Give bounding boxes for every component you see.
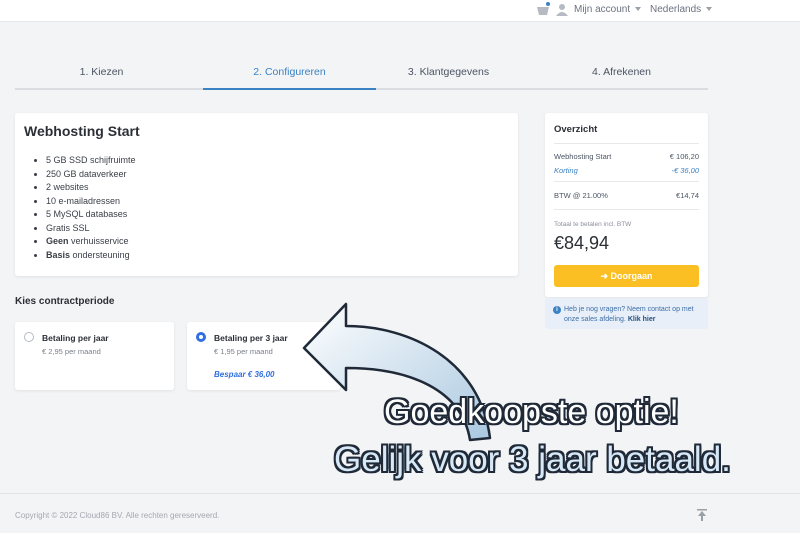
option-price: € 1,95 per maand [214, 347, 273, 356]
divider [554, 209, 699, 210]
checkout-steps: 1. Kiezen 2. Configureren 3. Klantgegeve… [15, 52, 708, 90]
vat-value: €14,74 [676, 191, 699, 200]
account-label: Mijn account [574, 4, 631, 15]
feature-item: Geen verhuisservice [46, 235, 136, 249]
feature-item: Gratis SSL [46, 222, 136, 236]
divider [554, 181, 699, 182]
feature-item: 10 e-mailadressen [46, 195, 136, 209]
step-klantgegevens[interactable]: 3. Klantgegevens [362, 66, 535, 78]
continue-label: Doorgaan [610, 271, 653, 281]
summary-title: Overzicht [554, 124, 598, 135]
user-icon [556, 4, 568, 16]
feature-item: Basis ondersteuning [46, 249, 136, 263]
divider [554, 143, 699, 144]
feature-bold: Geen [46, 236, 69, 246]
summary-row-plan: Webhosting Start € 106,20 [554, 152, 699, 161]
active-step-indicator [203, 88, 376, 90]
radio-three-years[interactable] [196, 332, 206, 342]
help-box: i Heb je nog vragen? Neem contact op met… [545, 298, 708, 329]
feature-text: 5 MySQL databases [46, 209, 128, 219]
step-configureren[interactable]: 2. Configureren [203, 66, 376, 78]
step-afrekenen[interactable]: 4. Afrekenen [535, 66, 708, 78]
product-card: Webhosting Start 5 GB SSD schijfruimte 2… [15, 113, 518, 276]
feature-text: 250 GB dataverkeer [46, 168, 127, 179]
feature-text: 5 GB SSD schijfruimte [46, 155, 136, 165]
basket-icon[interactable] [536, 2, 550, 16]
copyright-text: Copyright © 2022 Cloud86 BV. Alle rechte… [15, 511, 220, 520]
radio-yearly[interactable] [24, 332, 34, 342]
option-name: Betaling per jaar [42, 333, 109, 343]
continue-button[interactable]: ➜ Doorgaan [554, 265, 699, 287]
footer: Copyright © 2022 Cloud86 BV. Alle rechte… [0, 493, 800, 533]
plan-label: Webhosting Start [554, 152, 612, 161]
feature-item: 5 GB SSD schijfruimte [46, 154, 136, 168]
info-icon: i [553, 306, 561, 314]
overlay-headline: Goedkoopste optie! [384, 393, 679, 431]
summary-row-vat: BTW @ 21.00% €14,74 [554, 191, 699, 200]
feature-text: verhuisservice [68, 236, 129, 246]
feature-text: 10 e-mailadressen [46, 195, 121, 206]
feature-item: 250 GB dataverkeer [46, 168, 136, 182]
feature-text: 2 websites [46, 182, 89, 192]
top-bar: Mijn account Nederlands [0, 0, 800, 22]
overlay-subline: Gelijk voor 3 jaar betaald. [334, 440, 731, 479]
discount-value: -€ 36,00 [671, 166, 699, 175]
period-title: Kies contractperiode [15, 296, 115, 307]
language-label: Nederlands [650, 4, 702, 15]
help-link[interactable]: Klik hier [628, 316, 656, 323]
discount-label: Korting [554, 166, 578, 175]
feature-list: 5 GB SSD schijfruimte 250 GB dataverkeer… [46, 154, 136, 262]
total-label: Totaal te betalen incl. BTW [554, 221, 632, 228]
help-text: Heb je nog vragen? Neem contact op met o… [564, 305, 704, 325]
option-name: Betaling per 3 jaar [214, 333, 288, 343]
arrow-right-icon: ➜ [600, 271, 611, 281]
feature-item: 2 websites [46, 181, 136, 195]
order-summary: Overzicht Webhosting Start € 106,20 Korti… [545, 113, 708, 297]
option-yearly[interactable]: Betaling per jaar € 2,95 per maand [15, 322, 174, 390]
feature-bold: Basis [46, 249, 71, 260]
vat-label: BTW @ 21.00% [554, 191, 608, 200]
feature-text: Gratis SSL [46, 222, 90, 233]
option-price: € 2,95 per maand [42, 347, 101, 356]
chevron-down-icon [706, 7, 713, 12]
summary-row-discount: Korting -€ 36,00 [554, 166, 699, 175]
total-value: €84,94 [554, 233, 610, 253]
step-kiezen[interactable]: 1. Kiezen [15, 66, 188, 78]
language-selector[interactable]: Nederlands [650, 4, 713, 15]
product-title: Webhosting Start [24, 123, 140, 139]
arrow-up-icon[interactable] [697, 509, 707, 521]
savings-label: Bespaar € 36,00 [214, 370, 275, 379]
feature-item: 5 MySQL databases [46, 208, 136, 222]
feature-text: ondersteuning [70, 249, 130, 260]
account-menu[interactable]: Mijn account [574, 4, 642, 15]
plan-value: € 106,20 [669, 152, 699, 161]
chevron-down-icon [635, 7, 642, 12]
